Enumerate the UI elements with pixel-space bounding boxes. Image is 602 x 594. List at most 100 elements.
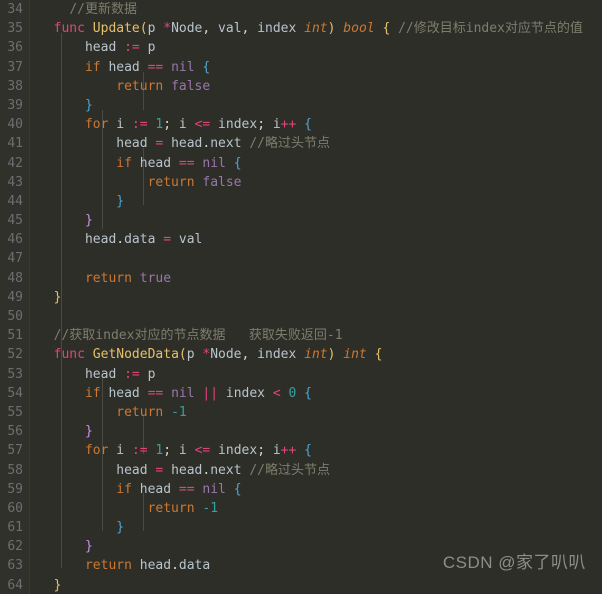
token-kw: return [116, 78, 164, 94]
token-op: == [178, 481, 195, 497]
code-line[interactable]: if head == nil { [31, 58, 602, 77]
token-punc [38, 2, 69, 17]
token-star: * [163, 21, 172, 37]
code-content-area[interactable]: //更新数据 func Update(p *Node, val, index i… [31, 0, 602, 594]
code-line-text: return true [31, 271, 171, 286]
token-kw: for [84, 443, 109, 459]
code-line[interactable]: head := p [31, 38, 602, 57]
token-brace-b: { [304, 385, 312, 401]
code-line[interactable]: } [31, 96, 602, 115]
token-lit: nil [171, 59, 195, 75]
token-id: head [84, 232, 117, 248]
token-punc [38, 405, 116, 420]
code-line[interactable]: if head == nil { [31, 154, 602, 173]
token-brace-y: ( [178, 347, 187, 363]
token-op: == [147, 59, 164, 75]
code-line[interactable]: } [31, 576, 602, 594]
token-brace-b: { [304, 443, 312, 459]
code-line[interactable]: return true [31, 269, 602, 288]
code-line[interactable]: return false [31, 77, 602, 96]
token-kw: return [147, 500, 195, 516]
code-line[interactable]: } [31, 211, 602, 230]
code-line[interactable]: for i := 1; i <= index; i++ { [31, 115, 602, 134]
token-op: := [124, 40, 140, 56]
code-line[interactable]: //更新数据 [31, 0, 602, 19]
line-number: 41 [7, 136, 23, 152]
code-editor[interactable]: 34 35 36 37 38 39 40 41 42 43 44 45 46 47 48 49 50 51 52 53… [0, 0, 602, 594]
token-op: := [131, 117, 148, 133]
token-brace-y: } [53, 289, 62, 305]
token-punc [38, 21, 54, 36]
code-line-text: //获取index对应的节点数据 获取失败返回-1 [31, 328, 343, 343]
token-punc [210, 443, 218, 458]
code-line[interactable]: if head == nil { [31, 480, 602, 499]
token-punc [163, 405, 171, 420]
token-punc [38, 175, 148, 190]
line-number: 38 [7, 78, 23, 94]
token-punc [171, 232, 179, 247]
token-id: p [186, 347, 203, 363]
code-line[interactable]: head := p [31, 365, 602, 384]
token-punc [140, 367, 148, 382]
code-line-text: if head == nil || index < 0 { [31, 386, 312, 401]
code-line[interactable]: } [31, 518, 602, 537]
code-line[interactable]: } [31, 422, 602, 441]
token-punc [38, 271, 85, 286]
token-id: p [147, 21, 164, 37]
line-number: 46 [7, 232, 23, 248]
token-brace-p: } [84, 424, 93, 440]
line-number: 42 [7, 155, 23, 171]
code-line[interactable]: } [31, 288, 602, 307]
code-line[interactable]: head = head.next //略过头节点 [31, 461, 602, 480]
token-punc [132, 156, 140, 171]
token-id: next [210, 136, 242, 152]
token-punc [163, 79, 171, 94]
code-line[interactable] [31, 307, 602, 326]
code-line-text: if head == nil { [31, 481, 241, 497]
token-id: head [171, 462, 203, 478]
token-punc [226, 482, 234, 497]
token-punc [171, 156, 179, 171]
token-id: data [178, 558, 211, 574]
token-typ: int [343, 347, 367, 363]
token-punc [265, 386, 273, 401]
code-line[interactable]: return -1 [31, 403, 602, 422]
token-id: index [225, 385, 266, 401]
line-number-gutter[interactable]: 34 35 36 37 38 39 40 41 42 43 44 45 46 47 48 49 50 51 52 53… [0, 0, 30, 594]
token-punc [38, 367, 85, 382]
code-line[interactable]: } [31, 192, 602, 211]
token-fname: GetNodeData [92, 347, 179, 363]
code-line[interactable]: func Update(p *Node, val, index int) boo… [31, 19, 602, 38]
token-brace-y: { [374, 347, 383, 363]
token-punc [163, 136, 171, 151]
token-punc [124, 117, 132, 132]
token-punc: , [202, 21, 219, 37]
code-line[interactable]: func GetNodeData(p *Node, index int) int… [31, 345, 602, 364]
token-lit: nil [202, 481, 226, 497]
code-line[interactable]: for i := 1; i <= index; i++ { [31, 441, 602, 460]
token-id: data [124, 232, 156, 248]
token-punc [38, 539, 85, 554]
token-id: p [147, 366, 156, 382]
code-line[interactable]: head.data = val [31, 230, 602, 249]
token-brace-p: } [84, 213, 93, 229]
code-line[interactable]: return false [31, 173, 602, 192]
token-brace-b: } [116, 520, 125, 536]
code-line-text: } [31, 213, 93, 228]
token-punc [296, 117, 304, 132]
token-brace-b: } [84, 97, 93, 113]
token-op: ++ [280, 443, 297, 459]
token-punc [163, 60, 171, 75]
code-line[interactable] [31, 249, 602, 268]
token-punc [38, 386, 85, 401]
token-id: val [178, 232, 203, 248]
token-punc [116, 40, 124, 55]
code-line-text: } [31, 98, 93, 113]
token-punc: . [171, 558, 179, 574]
code-line[interactable]: return -1 [31, 499, 602, 518]
code-line[interactable]: head = head.next //略过头节点 [31, 134, 602, 153]
token-punc [226, 156, 234, 171]
code-line[interactable]: //获取index对应的节点数据 获取失败返回-1 [31, 326, 602, 345]
token-id: head [108, 59, 140, 75]
code-line[interactable]: if head == nil || index < 0 { [31, 384, 602, 403]
